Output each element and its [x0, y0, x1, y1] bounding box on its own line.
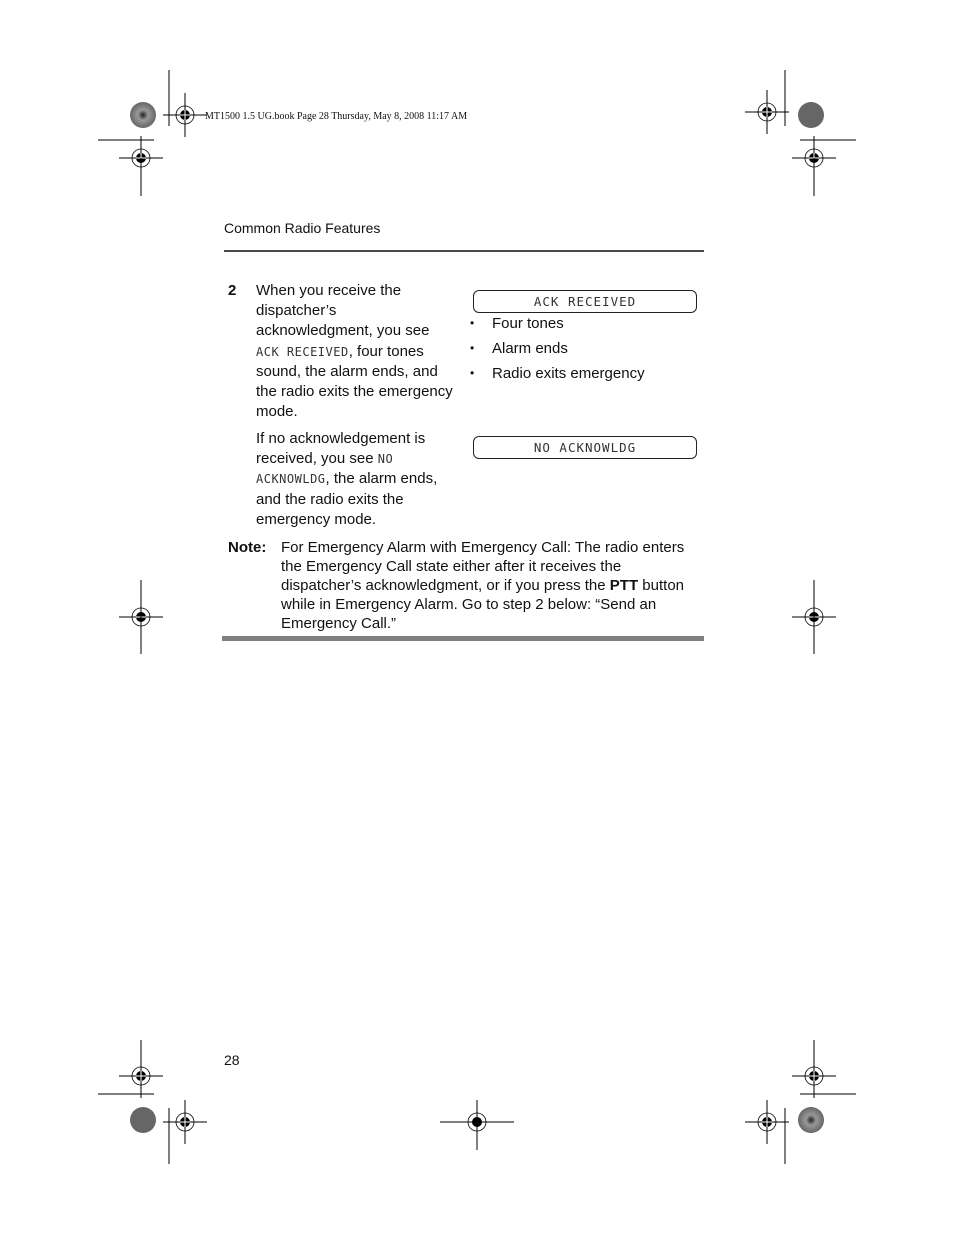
- page-number: 28: [224, 1052, 240, 1068]
- running-head: Common Radio Features: [224, 220, 381, 236]
- crosshair-icon: [791, 1053, 837, 1099]
- result-bullet-list: • Four tones • Alarm ends • Radio exits …: [470, 314, 645, 389]
- bullet-icon: •: [470, 316, 475, 330]
- starburst-icon: [130, 102, 156, 128]
- list-item: • Four tones: [470, 314, 645, 339]
- list-item-text: Alarm ends: [492, 340, 568, 357]
- note-label: Note:: [228, 539, 267, 556]
- crosshair-icon: [162, 92, 208, 138]
- solid-disc-icon: [130, 1107, 156, 1133]
- crosshair-icon: [118, 135, 164, 181]
- crosshair-icon: [454, 1099, 500, 1145]
- list-item: • Radio exits emergency: [470, 364, 645, 389]
- starburst-icon: [798, 1107, 824, 1133]
- list-item-text: Radio exits emergency: [492, 365, 645, 382]
- crosshair-icon: [791, 135, 837, 181]
- print-slug: MT1500 1.5 UG.book Page 28 Thursday, May…: [205, 111, 468, 122]
- crosshair-icon: [118, 1053, 164, 1099]
- solid-disc-icon: [798, 102, 824, 128]
- crosshair-icon: [744, 89, 790, 135]
- text: If no acknowledgement is received, you s…: [256, 430, 426, 468]
- list-item: • Alarm ends: [470, 339, 645, 364]
- lcd-display-no-acknowldg: NO ACKNOWLDG: [473, 436, 697, 459]
- lcd-display-ack-received: ACK RECEIVED: [473, 290, 697, 313]
- ptt-button-label: PTT: [609, 577, 639, 594]
- step-number: 2: [228, 282, 237, 299]
- header-rule: [224, 250, 704, 252]
- step-paragraph-no-ack: If no acknowledgement is received, you s…: [256, 429, 456, 530]
- list-item-text: Four tones: [492, 315, 564, 332]
- step-paragraph-ack: When you receive the dispatcher’s acknow…: [256, 281, 456, 422]
- crosshair-icon: [791, 594, 837, 640]
- lcd-text-inline: ACK RECEIVED: [256, 344, 349, 359]
- crosshair-icon: [118, 594, 164, 640]
- section-end-rule: [222, 636, 704, 641]
- crosshair-icon: [162, 1099, 208, 1145]
- note-text: For Emergency Alarm with Emergency Call:…: [281, 538, 701, 633]
- text: When you receive the dispatcher’s acknow…: [256, 282, 430, 340]
- crosshair-icon: [744, 1099, 790, 1145]
- bullet-icon: •: [470, 366, 475, 380]
- bullet-icon: •: [470, 341, 475, 355]
